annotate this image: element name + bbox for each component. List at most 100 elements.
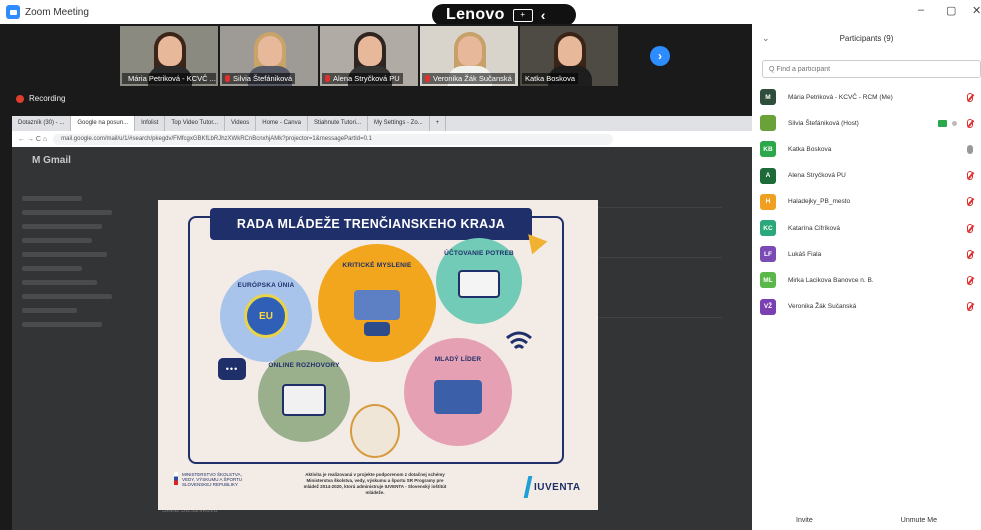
video-name-label: Mária Petriková - KCVČ ... (122, 73, 216, 84)
recording-dot-icon (16, 94, 24, 103)
muted-mic-icon[interactable] (967, 249, 973, 259)
ministry-text: MINISTERSTVO ŠKOLSTVA, VEDY, VÝSKUMU A Š… (182, 472, 243, 487)
eu-stars-icon: EU (244, 294, 288, 338)
participant-name: Lukáš Fiala (788, 250, 822, 258)
sidebar-line (22, 308, 77, 313)
browser-toolbar: ← → C ⌂ mail.google.com/mail/u/1/#search… (12, 131, 752, 147)
muted-mic-icon[interactable] (967, 302, 973, 312)
video-name-label: Alena Stryčková PU (322, 73, 403, 84)
participant-row[interactable]: LF Lukáš Fiala (760, 241, 981, 267)
bubble-leader-label: MLADÝ LÍDER (434, 356, 482, 363)
video-thumbnail[interactable]: Katka Boskova (520, 26, 618, 86)
avatar: ML (760, 272, 776, 289)
muted-mic-icon[interactable] (967, 197, 973, 207)
back-icon[interactable]: ‹ (541, 7, 546, 23)
participant-row[interactable]: ML Mirka Lacikova Banovce n. B. (760, 267, 981, 293)
participant-row[interactable]: Silvia Štefániková (Host) (760, 110, 981, 136)
participant-row[interactable]: H Haladejky_PB_mesto (760, 189, 981, 215)
ministry-logo: MINISTERSTVO ŠKOLSTVA, VEDY, VÝSKUMU A Š… (174, 472, 254, 487)
participants-header: ⌄ Participants (9) (752, 24, 981, 54)
search-browser-icon (458, 270, 500, 298)
nav-icons: ← → C ⌂ (18, 135, 48, 143)
participant-face (458, 36, 482, 66)
video-thumbnail[interactable]: Alena Stryčková PU (320, 26, 418, 86)
sidebar-line (22, 196, 82, 201)
bubble-online-talks: ONLINE ROZHOVORY (258, 350, 350, 442)
muted-mic-icon (425, 75, 430, 82)
video-name-label: Silvia Štefániková (222, 73, 296, 84)
participant-name: Veronika Žák Sučanská (788, 303, 857, 311)
next-videos-button[interactable]: › (650, 46, 670, 66)
muted-mic-icon[interactable] (967, 92, 973, 102)
unmute-me-button[interactable]: Unmute Me (901, 517, 937, 524)
participant-name: Silvia Štefániková (Host) (788, 119, 859, 127)
slovak-flag-icon (174, 472, 179, 485)
muted-mic-icon[interactable] (967, 223, 973, 233)
recording-label: Recording (29, 94, 66, 103)
mic-on-icon[interactable] (967, 144, 973, 154)
maximize-button[interactable]: ▢ (946, 4, 956, 17)
participant-row[interactable]: VŽ Veronika Žák Sučanská (760, 294, 981, 320)
wifi-icon (506, 331, 532, 350)
browser-tab: My Settings - Zo... (368, 116, 430, 131)
participant-name: Katarína Cifríková (788, 224, 841, 232)
video-thumbnail[interactable]: Mária Petriková - KCVČ ... (120, 26, 218, 86)
meeting-area: Mária Petriková - KCVČ ... Silvia Štefán… (0, 24, 752, 530)
gmail-sidebar (22, 187, 142, 336)
bubble-young-leader: MLADÝ LÍDER (404, 338, 512, 446)
iuventa-logo: IUVENTA (534, 482, 581, 493)
bubble-online-label: ONLINE ROZHOVORY (268, 362, 340, 369)
browser-tab: Top Video Tutor... (165, 116, 226, 131)
sidebar-line (22, 294, 112, 299)
avatar: KB (760, 141, 776, 158)
sidebar-line (22, 210, 112, 215)
participant-row[interactable]: KB Katka Boskova (760, 136, 981, 162)
close-button[interactable]: ✕ (972, 4, 981, 17)
bubble-eu-label: EURÓPSKA ÚNIA (237, 282, 295, 289)
regional-coat-of-arms-logo (350, 404, 400, 458)
participant-face (358, 36, 382, 66)
bubble-finance: ÚČTOVANIE POTREB (436, 238, 522, 324)
video-name-label: Katka Boskova (522, 73, 579, 84)
bubble-finance-label: ÚČTOVANIE POTREB (444, 250, 514, 257)
muted-mic-icon[interactable] (967, 118, 973, 128)
sidebar-line (22, 252, 107, 257)
participant-name: Mirka Lacikova Banovce n. B. (788, 276, 874, 284)
bubble-eu: EURÓPSKA ÚNIA EU (220, 270, 312, 362)
avatar: KC (760, 220, 776, 237)
muted-mic-icon[interactable] (967, 275, 973, 285)
status-dot-icon (952, 120, 957, 126)
participant-name: Haladejky_PB_mesto (788, 198, 851, 206)
muted-mic-icon[interactable] (967, 171, 973, 181)
computer-icon (282, 384, 326, 416)
presentation-slide: RADA MLÁDEŽE TRENČIANSKEHO KRAJA EURÓPSK… (158, 200, 598, 510)
iuventa-mark-icon (523, 476, 533, 498)
avatar (760, 115, 776, 132)
recording-indicator[interactable]: Recording (16, 94, 65, 103)
browser-tab: Infolist (135, 116, 166, 131)
thinking-person-icon (354, 290, 400, 320)
participant-search-input[interactable] (762, 60, 981, 78)
browser-tab: Dotazník (30) - ... (12, 116, 72, 131)
sidebar-line (22, 224, 102, 229)
participant-name: Katka Boskova (788, 145, 832, 153)
grid-icon[interactable]: + (512, 8, 533, 22)
muted-mic-icon (225, 75, 230, 82)
avatar: VŽ (760, 298, 776, 315)
participant-row[interactable]: M Mária Petriková - KCVČ - RCM (Me) (760, 84, 981, 110)
participant-list: M Mária Petriková - KCVČ - RCM (Me) Silv… (760, 84, 981, 320)
video-thumbnail[interactable]: Silvia Štefániková (220, 26, 318, 86)
bubble-critical-label: KRITICKÉ MYSLENIE (342, 262, 412, 269)
camera-on-icon[interactable] (938, 119, 947, 127)
participant-row[interactable]: A Alena Stryčková PU (760, 163, 981, 189)
sidebar-line (22, 322, 102, 327)
browser-tab: Stiahnute Tutori... (308, 116, 368, 131)
bubble-critical-thinking: KRITICKÉ MYSLENIE (318, 244, 436, 362)
participant-row[interactable]: KC Katarína Cifríková (760, 215, 981, 241)
invite-button[interactable]: Invite (796, 517, 813, 524)
zoom-window: Zoom Meeting – ▢ ✕ Lenovo + ‹ Mária Petr… (0, 0, 981, 530)
video-thumbnail-active-speaker[interactable]: Veronika Žák Sučanská (420, 26, 518, 86)
browser-tab: Home - Canva (256, 116, 308, 131)
browser-tab-active: Google na posun... (71, 116, 136, 131)
minimize-button[interactable]: – (918, 4, 924, 16)
